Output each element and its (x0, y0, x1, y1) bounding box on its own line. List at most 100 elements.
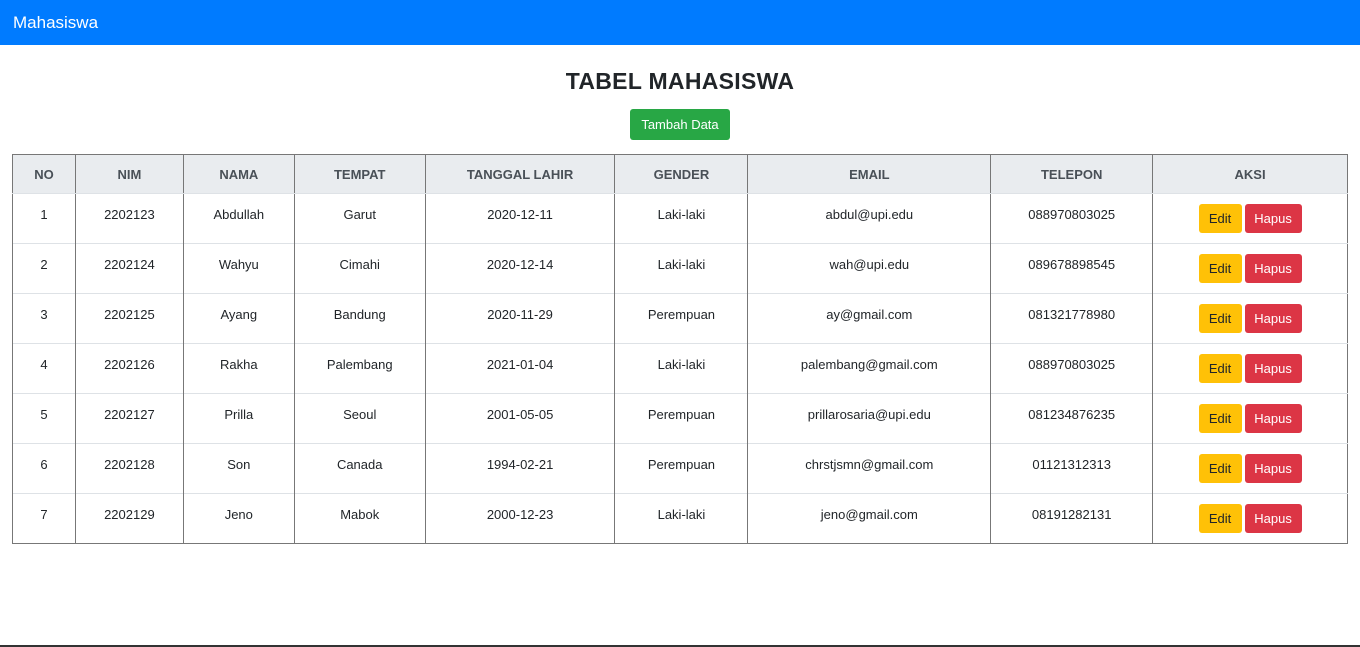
cell-nama: Wahyu (182, 243, 295, 294)
cell-tempat: Palembang (293, 343, 426, 394)
delete-button[interactable]: Hapus (1244, 354, 1302, 383)
delete-button[interactable]: Hapus (1244, 454, 1302, 483)
cell-gender: Perempuan (614, 393, 748, 444)
delete-button[interactable]: Hapus (1244, 404, 1302, 433)
cell-nama: Abdullah (182, 193, 295, 244)
cell-aksi: Edit Hapus (1152, 243, 1348, 294)
table-header: NO NIM NAMA TEMPAT TANGGAL LAHIR GENDER … (12, 154, 1348, 194)
header-nama: NAMA (182, 154, 295, 194)
cell-aksi: Edit Hapus (1152, 293, 1348, 344)
table-row: 6 2202128 Son Canada 1994-02-21 Perempua… (12, 443, 1348, 494)
edit-button[interactable]: Edit (1198, 504, 1242, 533)
cell-nama: Ayang (182, 293, 295, 344)
navbar: Mahasiswa (0, 0, 1360, 45)
cell-tempat: Bandung (293, 293, 426, 344)
cell-nama: Son (182, 443, 295, 494)
cell-email: prillarosaria@upi.edu (747, 393, 991, 444)
cell-no: 4 (12, 343, 76, 394)
cell-gender: Laki-laki (614, 343, 748, 394)
cell-aksi: Edit Hapus (1152, 443, 1348, 494)
cell-nim: 2202128 (74, 443, 184, 494)
cell-tanggal-lahir: 1994-02-21 (424, 443, 615, 494)
cell-gender: Perempuan (614, 443, 748, 494)
edit-button[interactable]: Edit (1198, 204, 1242, 233)
table-row: 3 2202125 Ayang Bandung 2020-11-29 Perem… (12, 293, 1348, 344)
delete-button[interactable]: Hapus (1244, 304, 1302, 333)
cell-nim: 2202125 (74, 293, 184, 344)
cell-nim: 2202129 (74, 493, 184, 544)
cell-tempat: Cimahi (293, 243, 426, 294)
edit-button[interactable]: Edit (1198, 354, 1242, 383)
header-telepon: TELEPON (990, 154, 1153, 194)
navbar-brand[interactable]: Mahasiswa (13, 13, 98, 33)
cell-no: 6 (12, 443, 76, 494)
cell-no: 7 (12, 493, 76, 544)
cell-nim: 2202126 (74, 343, 184, 394)
cell-no: 5 (12, 393, 76, 444)
cell-tanggal-lahir: 2000-12-23 (424, 493, 615, 544)
cell-nama: Jeno (182, 493, 295, 544)
page-title: TABEL MAHASISWA (565, 68, 795, 94)
edit-button[interactable]: Edit (1198, 254, 1242, 283)
cell-tempat: Mabok (293, 493, 426, 544)
cell-tanggal-lahir: 2021-01-04 (424, 343, 615, 394)
header-row: NO NIM NAMA TEMPAT TANGGAL LAHIR GENDER … (12, 154, 1348, 194)
cell-email: abdul@upi.edu (747, 193, 991, 244)
table-body: 1 2202123 Abdullah Garut 2020-12-11 Laki… (12, 193, 1348, 544)
add-data-button[interactable]: Tambah Data (630, 109, 730, 140)
header-no: NO (12, 154, 76, 194)
cell-email: chrstjsmn@gmail.com (747, 443, 991, 494)
cell-telepon: 088970803025 (990, 343, 1153, 394)
cell-email: palembang@gmail.com (747, 343, 991, 394)
cell-tanggal-lahir: 2020-11-29 (424, 293, 615, 344)
cell-aksi: Edit Hapus (1152, 493, 1348, 544)
cell-no: 1 (12, 193, 76, 244)
edit-button[interactable]: Edit (1198, 404, 1242, 433)
cell-aksi: Edit Hapus (1152, 393, 1348, 444)
cell-telepon: 08191282131 (990, 493, 1153, 544)
cell-tempat: Seoul (293, 393, 426, 444)
table-row: 7 2202129 Jeno Mabok 2000-12-23 Laki-lak… (12, 493, 1348, 544)
cell-telepon: 088970803025 (990, 193, 1153, 244)
header-nim: NIM (74, 154, 184, 194)
cell-no: 3 (12, 293, 76, 344)
cell-aksi: Edit Hapus (1152, 343, 1348, 394)
delete-button[interactable]: Hapus (1244, 504, 1302, 533)
add-button-wrapper: Tambah Data (0, 109, 1360, 141)
table-row: 5 2202127 Prilla Seoul 2001-05-05 Peremp… (12, 393, 1348, 444)
cell-gender: Perempuan (614, 293, 748, 344)
header-tempat: TEMPAT (293, 154, 426, 194)
header-gender: GENDER (614, 154, 748, 194)
header-aksi: AKSI (1152, 154, 1348, 194)
cell-no: 2 (12, 243, 76, 294)
cell-email: jeno@gmail.com (747, 493, 991, 544)
cell-telepon: 081234876235 (990, 393, 1153, 444)
cell-tanggal-lahir: 2001-05-05 (424, 393, 615, 444)
cell-nim: 2202127 (74, 393, 184, 444)
cell-tanggal-lahir: 2020-12-14 (424, 243, 615, 294)
edit-button[interactable]: Edit (1198, 454, 1242, 483)
delete-button[interactable]: Hapus (1244, 204, 1302, 233)
cell-gender: Laki-laki (614, 193, 748, 244)
cell-telepon: 01121312313 (990, 443, 1153, 494)
cell-email: ay@gmail.com (747, 293, 991, 344)
table-row: 1 2202123 Abdullah Garut 2020-12-11 Laki… (12, 193, 1348, 244)
cell-gender: Laki-laki (614, 243, 748, 294)
students-table: NO NIM NAMA TEMPAT TANGGAL LAHIR GENDER … (12, 154, 1348, 544)
table-row: 2 2202124 Wahyu Cimahi 2020-12-14 Laki-l… (12, 243, 1348, 294)
cell-nama: Prilla (182, 393, 295, 444)
cell-tanggal-lahir: 2020-12-11 (424, 193, 615, 244)
cell-telepon: 081321778980 (990, 293, 1153, 344)
cell-tempat: Canada (293, 443, 426, 494)
cell-email: wah@upi.edu (747, 243, 991, 294)
cell-nim: 2202124 (74, 243, 184, 294)
delete-button[interactable]: Hapus (1244, 254, 1302, 283)
cell-nama: Rakha (182, 343, 295, 394)
edit-button[interactable]: Edit (1198, 304, 1242, 333)
cell-telepon: 089678898545 (990, 243, 1153, 294)
header-tanggal-lahir: TANGGAL LAHIR (424, 154, 615, 194)
table-row: 4 2202126 Rakha Palembang 2021-01-04 Lak… (12, 343, 1348, 394)
cell-nim: 2202123 (74, 193, 184, 244)
cell-tempat: Garut (293, 193, 426, 244)
header-email: EMAIL (747, 154, 991, 194)
